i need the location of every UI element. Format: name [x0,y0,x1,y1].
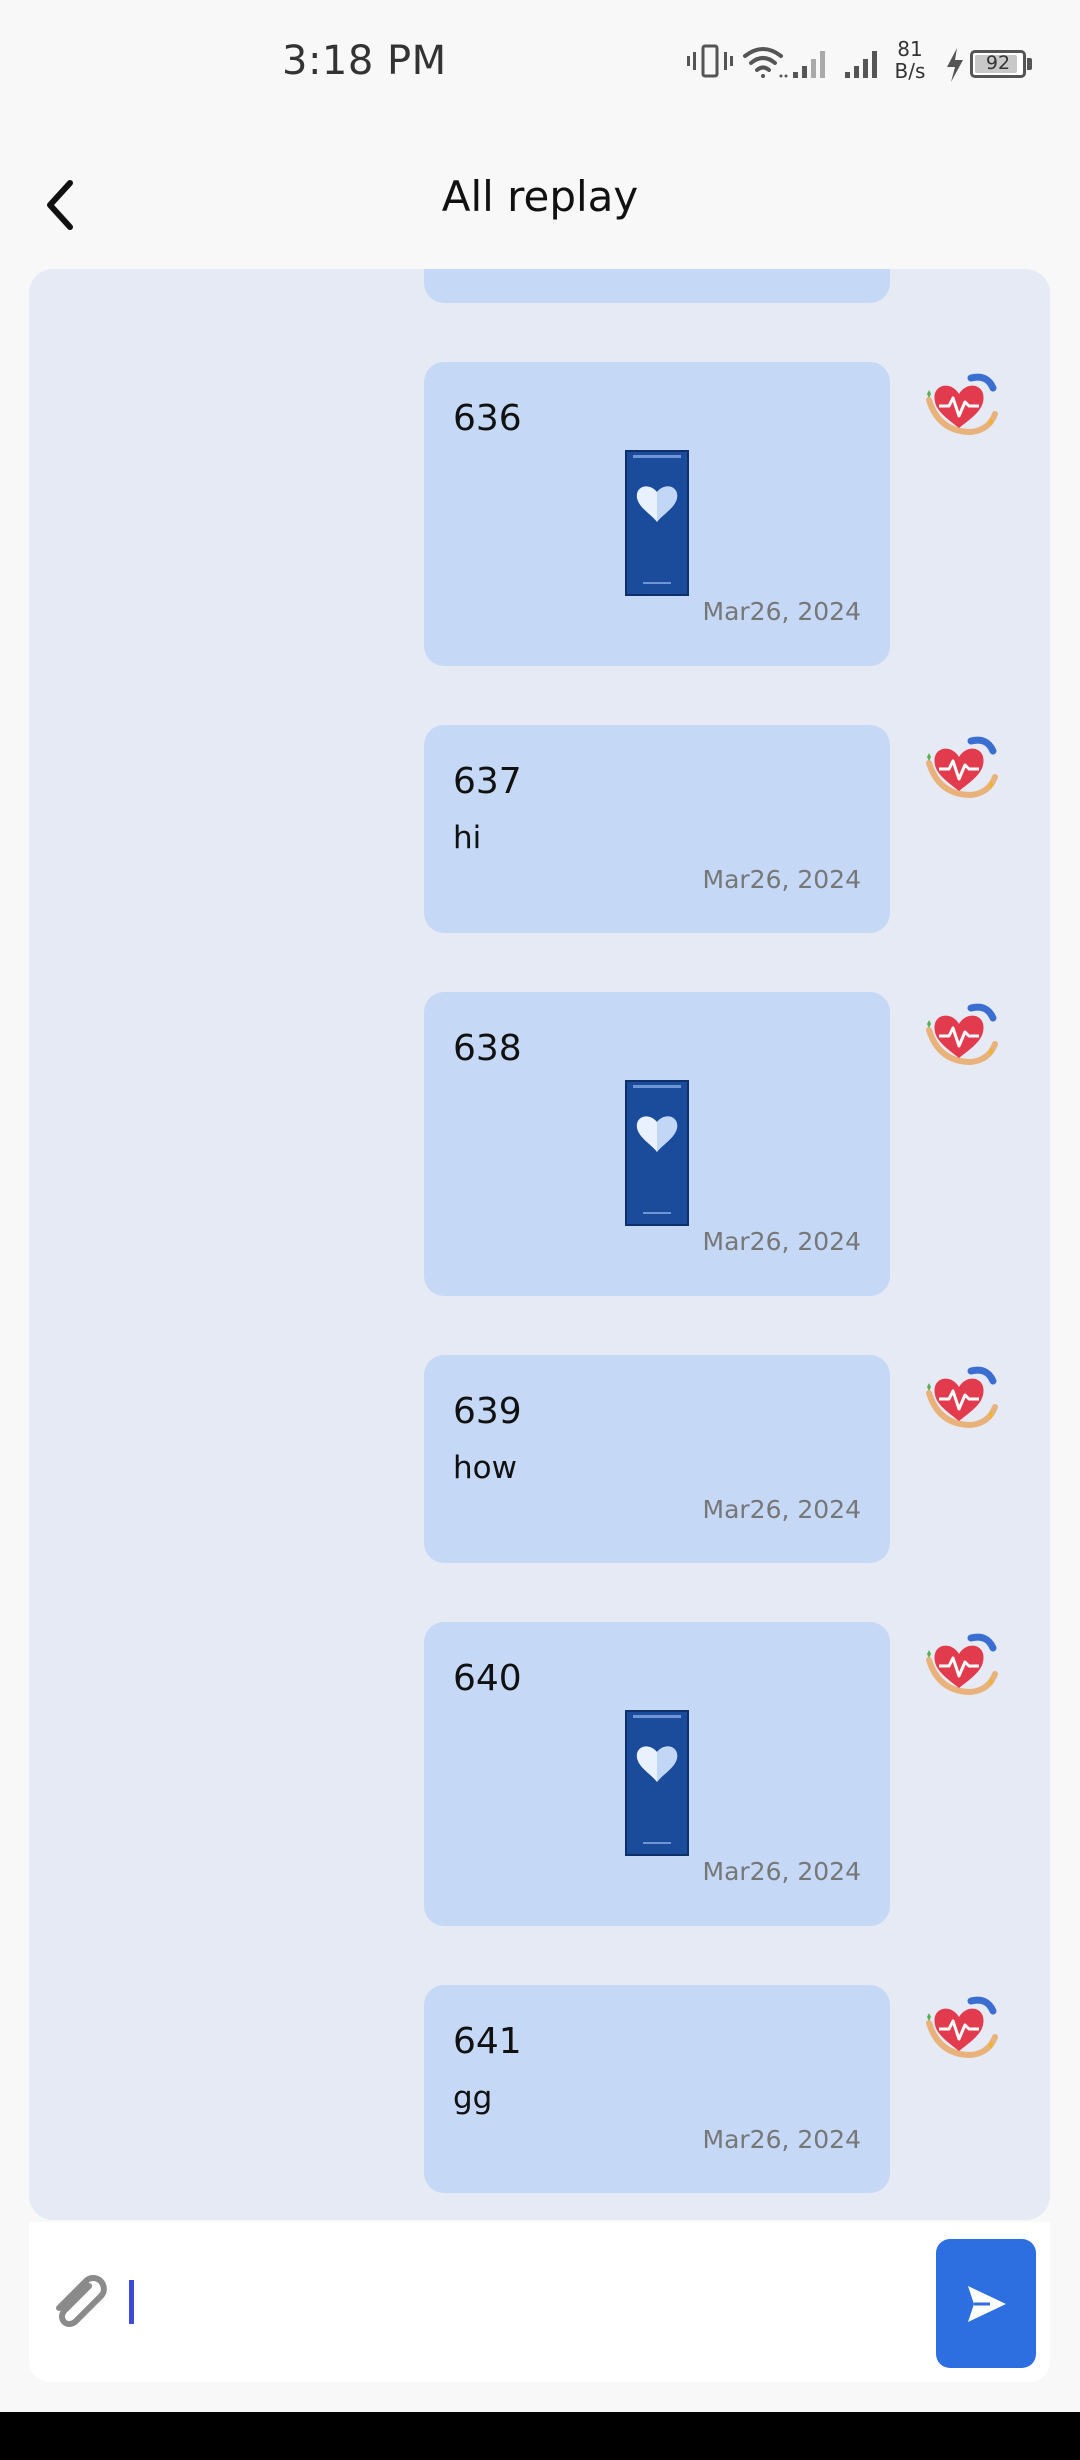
message-id: 640 [453,1658,522,1699]
avatar [919,1000,999,1070]
heart-app-screenshot [627,452,687,594]
net-speed-unit: B/s [894,59,926,83]
text-cursor [129,2280,134,2324]
net-speed-value: 81 [897,37,923,61]
message-composer [29,2222,1050,2382]
message-bubble-partial [424,269,890,303]
wifi-icon [743,47,788,78]
signal-icon [793,51,825,78]
message-bubble[interactable]: 636 Mar26, 2024 [424,362,890,666]
vibrate-icon [687,44,733,78]
message-date: Mar26, 2024 [702,1857,862,1886]
message-bubble[interactable]: 639 how Mar26, 2024 [424,1355,890,1563]
message-image-thumbnail[interactable] [625,1710,689,1856]
send-button[interactable] [936,2239,1036,2368]
heart-health-logo-icon [926,1366,998,1429]
heart-health-logo-icon [926,373,998,436]
heart-health-logo-icon [926,736,998,799]
status-time: 3:18 PM [282,38,447,84]
heart-health-logo-icon [926,1996,998,2059]
chat-screen: 3:18 PM 81 B/s 92 All replay 636 Mar26, … [0,0,1080,2460]
battery-level: 92 [985,52,1011,74]
message-text: hi [453,820,482,856]
message-image-thumbnail[interactable] [625,450,689,596]
message-id: 636 [453,398,522,439]
heart-app-screenshot [627,1082,687,1224]
heart-health-logo-icon [926,1003,998,1066]
system-nav-bar [0,2412,1080,2460]
avatar [919,1993,999,2063]
battery-tip [1027,58,1032,70]
message-id: 639 [453,1391,522,1432]
message-bubble[interactable]: 641 gg Mar26, 2024 [424,1985,890,2193]
message-list-panel[interactable]: 636 Mar26, 2024 637 hi Mar26, 2024 638 M… [29,269,1050,2220]
app-header: All replay [0,150,1080,260]
message-bubble[interactable]: 637 hi Mar26, 2024 [424,725,890,933]
avatar [919,1363,999,1433]
message-date: Mar26, 2024 [702,2125,862,2154]
message-id: 638 [453,1028,522,1069]
message-text: how [453,1450,517,1486]
page-title: All replay [441,172,639,221]
net-speed: 81 B/s [890,38,930,82]
message-date: Mar26, 2024 [702,1227,862,1256]
paperclip-icon [56,2275,107,2327]
battery-icon: 92 [970,50,1026,78]
message-text: gg [453,2080,493,2116]
heart-app-screenshot [627,1712,687,1854]
message-id: 641 [453,2021,522,2062]
message-date: Mar26, 2024 [702,597,862,626]
avatar [919,370,999,440]
message-input[interactable] [127,2252,951,2354]
avatar [919,733,999,803]
attach-button[interactable] [43,2266,115,2338]
heart-health-logo-icon [926,1633,998,1696]
message-bubble[interactable]: 638 Mar26, 2024 [424,992,890,1296]
message-image-thumbnail[interactable] [625,1080,689,1226]
message-bubble[interactable]: 640 Mar26, 2024 [424,1622,890,1926]
send-icon [968,2285,1006,2322]
signal-icon-2 [845,51,877,78]
status-bar: 3:18 PM 81 B/s 92 [0,0,1080,130]
message-id: 637 [453,761,522,802]
charging-icon [947,48,963,82]
avatar [919,1630,999,1700]
message-date: Mar26, 2024 [702,865,862,894]
message-date: Mar26, 2024 [702,1495,862,1524]
